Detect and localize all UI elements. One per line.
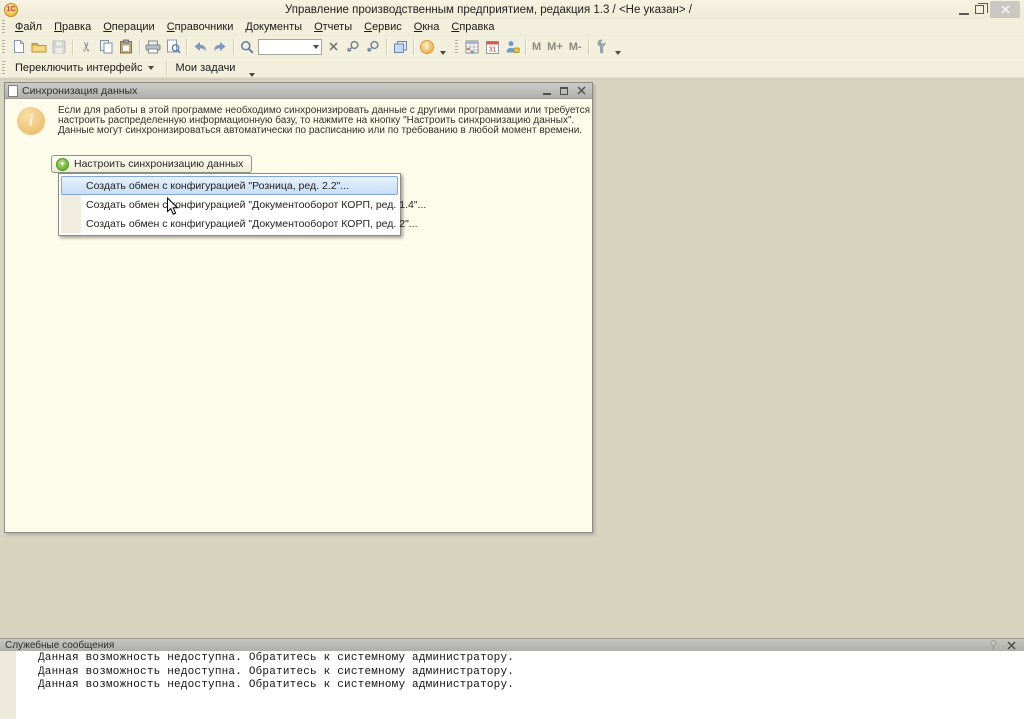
cut-icon[interactable]: ✂	[76, 38, 96, 56]
toolbar-grip	[455, 40, 458, 54]
menu-file[interactable]: Файл	[9, 20, 48, 34]
menu-item-create-exchange-retail[interactable]: Создать обмен с конфигурацией "Розница, …	[61, 176, 398, 195]
find-previous-icon[interactable]	[363, 38, 383, 56]
search-box	[258, 39, 322, 55]
window-titlebar: 1С Управление производственным предприят…	[0, 0, 1024, 19]
toolbar-separator	[386, 39, 387, 55]
mouse-cursor	[166, 197, 179, 216]
sync-dialog-content: i Если для работы в этой программе необх…	[5, 99, 592, 532]
plus-icon: +	[56, 158, 69, 171]
service-messages-header[interactable]: Служебные сообщения	[0, 638, 1024, 651]
my-tasks-button[interactable]: Мои задачи	[170, 61, 242, 75]
menu-catalogs[interactable]: Справочники	[161, 20, 240, 34]
dialog-minimize-icon[interactable]	[543, 87, 551, 95]
toolbar-separator	[525, 39, 526, 55]
windows-list-icon[interactable]	[390, 38, 410, 56]
menu-documents[interactable]: Документы	[239, 20, 308, 34]
sync-dialog-titlebar[interactable]: Синхронизация данных	[5, 83, 592, 99]
toolbar-overflow-icon[interactable]	[615, 51, 621, 55]
close-panel-icon[interactable]	[1007, 641, 1016, 650]
window-title: Управление производственным предприятием…	[18, 4, 959, 16]
chevron-down-icon	[148, 66, 154, 70]
menu-operations[interactable]: Операции	[97, 20, 160, 34]
info-dropdown-icon[interactable]	[440, 51, 446, 55]
toolbar-separator	[233, 39, 234, 55]
open-folder-icon[interactable]	[29, 38, 49, 56]
info-icon[interactable]: i	[417, 38, 437, 56]
copy-icon[interactable]	[96, 38, 116, 56]
service-messages-body: Данная возможность недоступна. Обратитес…	[0, 651, 1024, 719]
service-message: Данная возможность недоступна. Обратитес…	[38, 652, 514, 666]
menu-item-create-exchange-docflow-2[interactable]: Создать обмен с конфигурацией "Документо…	[61, 214, 398, 233]
spreadsheet-icon[interactable]	[462, 38, 482, 56]
user-permissions-icon[interactable]	[502, 38, 522, 56]
clear-search-icon[interactable]	[323, 38, 343, 56]
switch-interface-button[interactable]: Переключить интерфейс	[9, 61, 163, 75]
toolbar-separator	[186, 39, 187, 55]
restore-icon[interactable]	[975, 5, 984, 14]
switch-interface-label: Переключить интерфейс	[15, 62, 143, 74]
sync-info-line: Данные могут синхронизироваться автомати…	[58, 126, 590, 136]
search-dropdown-icon[interactable]	[313, 45, 319, 49]
configure-sync-button[interactable]: + Настроить синхронизацию данных	[51, 155, 252, 173]
memory-subtract-button[interactable]: M-	[566, 41, 585, 53]
menu-bar: Файл Правка Операции Справочники Докумен…	[0, 19, 1024, 36]
service-message: Данная возможность недоступна. Обратитес…	[38, 679, 514, 693]
menu-reports[interactable]: Отчеты	[308, 20, 358, 34]
service-wrench-icon[interactable]	[592, 38, 612, 56]
sync-dialog: Синхронизация данных i Если для работы в…	[4, 82, 593, 533]
dialog-maximize-icon[interactable]	[560, 87, 568, 95]
service-message: Данная возможность недоступна. Обратитес…	[38, 666, 514, 680]
close-icon[interactable]	[990, 1, 1020, 18]
save-icon[interactable]	[49, 38, 69, 56]
messages-gutter	[0, 651, 16, 719]
toolbar-separator	[588, 39, 589, 55]
menu-help[interactable]: Справка	[445, 20, 500, 34]
search-input[interactable]	[259, 41, 311, 52]
menu-service[interactable]: Сервис	[358, 20, 408, 34]
toolbar-grip	[2, 40, 5, 54]
service-messages-title: Служебные сообщения	[0, 640, 990, 651]
menu-edit[interactable]: Правка	[48, 20, 97, 34]
undo-icon[interactable]	[190, 38, 210, 56]
toolbar-separator	[413, 39, 414, 55]
sync-dropdown-menu: Создать обмен с конфигурацией "Розница, …	[58, 173, 401, 236]
interface-toolbar: Переключить интерфейс Мои задачи	[0, 58, 1024, 78]
redo-icon[interactable]	[210, 38, 230, 56]
document-icon	[8, 85, 18, 97]
app-logo-icon: 1С	[4, 3, 18, 17]
new-document-icon[interactable]	[9, 38, 29, 56]
calendar-icon[interactable]: 31	[482, 38, 502, 56]
pin-icon[interactable]	[990, 640, 997, 650]
toolbar-grip	[2, 20, 5, 34]
toolbar-grip	[2, 61, 5, 75]
toolbar-separator	[139, 39, 140, 55]
find-icon[interactable]	[237, 38, 257, 56]
memory-add-button[interactable]: M+	[544, 41, 566, 53]
toolbar-separator	[166, 60, 167, 76]
print-preview-icon[interactable]	[163, 38, 183, 56]
memory-recall-button[interactable]: M	[529, 41, 544, 53]
main-toolbar: ✂ i 31	[0, 36, 1024, 58]
print-icon[interactable]	[143, 38, 163, 56]
paste-icon[interactable]	[116, 38, 136, 56]
minimize-icon[interactable]	[959, 4, 969, 15]
sync-info-text: Если для работы в этой программе необход…	[58, 106, 590, 136]
svg-text:31: 31	[488, 46, 496, 53]
my-tasks-label: Мои задачи	[176, 62, 236, 74]
sync-dialog-title: Синхронизация данных	[22, 85, 543, 97]
menu-item-create-exchange-docflow-14[interactable]: Создать обмен с конфигурацией "Документо…	[61, 195, 398, 214]
find-next-icon[interactable]	[343, 38, 363, 56]
configure-sync-label: Настроить синхронизацию данных	[74, 158, 243, 170]
toolbar-separator	[72, 39, 73, 55]
menu-windows[interactable]: Окна	[408, 20, 446, 34]
info-icon: i	[17, 107, 45, 135]
dialog-close-icon[interactable]	[577, 86, 586, 95]
